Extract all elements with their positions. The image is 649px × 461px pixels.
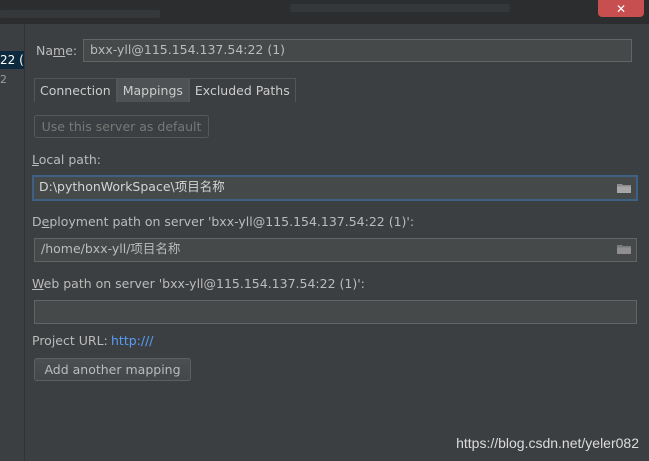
deployment-path-field[interactable]: /home/bxx-yll/项目名称 [34,238,637,262]
project-url-link[interactable]: http:/// [111,333,154,348]
local-path-value: D:\pythonWorkSpace\项目名称 [39,179,225,194]
server-list-panel: 22 (1 2 [0,24,25,461]
add-another-mapping-button[interactable]: Add another mapping [34,358,191,381]
close-icon: ✕ [615,1,627,16]
name-label: Name: [36,43,78,58]
server-settings-panel: Name: bxx-yll@115.154.137.54:22 (1) Conn… [26,24,649,461]
blurred-region [290,4,510,12]
server-list-item[interactable]: 2 [0,73,7,86]
web-path-field[interactable] [34,300,637,324]
blurred-region [0,10,160,18]
tab-connection[interactable]: Connection [34,78,117,102]
watermark: https://blog.csdn.net/yeler082 [456,435,639,451]
local-path-field[interactable]: D:\pythonWorkSpace\项目名称 [32,175,638,201]
deployment-path-label: Deployment path on server 'bxx-yll@115.1… [32,214,415,229]
tab-excluded-paths[interactable]: Excluded Paths [188,78,296,102]
server-list-item-selected[interactable]: 22 (1 [0,51,24,69]
close-button[interactable]: ✕ [598,0,644,17]
project-url-label: Project URL: [32,333,108,348]
folder-icon[interactable] [617,183,631,193]
local-path-label: Local path: [32,152,102,167]
folder-icon[interactable] [617,244,631,254]
use-as-default-button[interactable]: Use this server as default [34,115,209,138]
settings-tabs: Connection Mappings Excluded Paths [34,78,296,102]
tab-mappings[interactable]: Mappings [116,78,189,102]
name-field[interactable]: bxx-yll@115.154.137.54:22 (1) [83,39,632,62]
deployment-path-value: /home/bxx-yll/项目名称 [41,241,181,256]
web-path-label: Web path on server 'bxx-yll@115.154.137.… [32,276,365,291]
title-bar: ✕ [0,0,649,24]
